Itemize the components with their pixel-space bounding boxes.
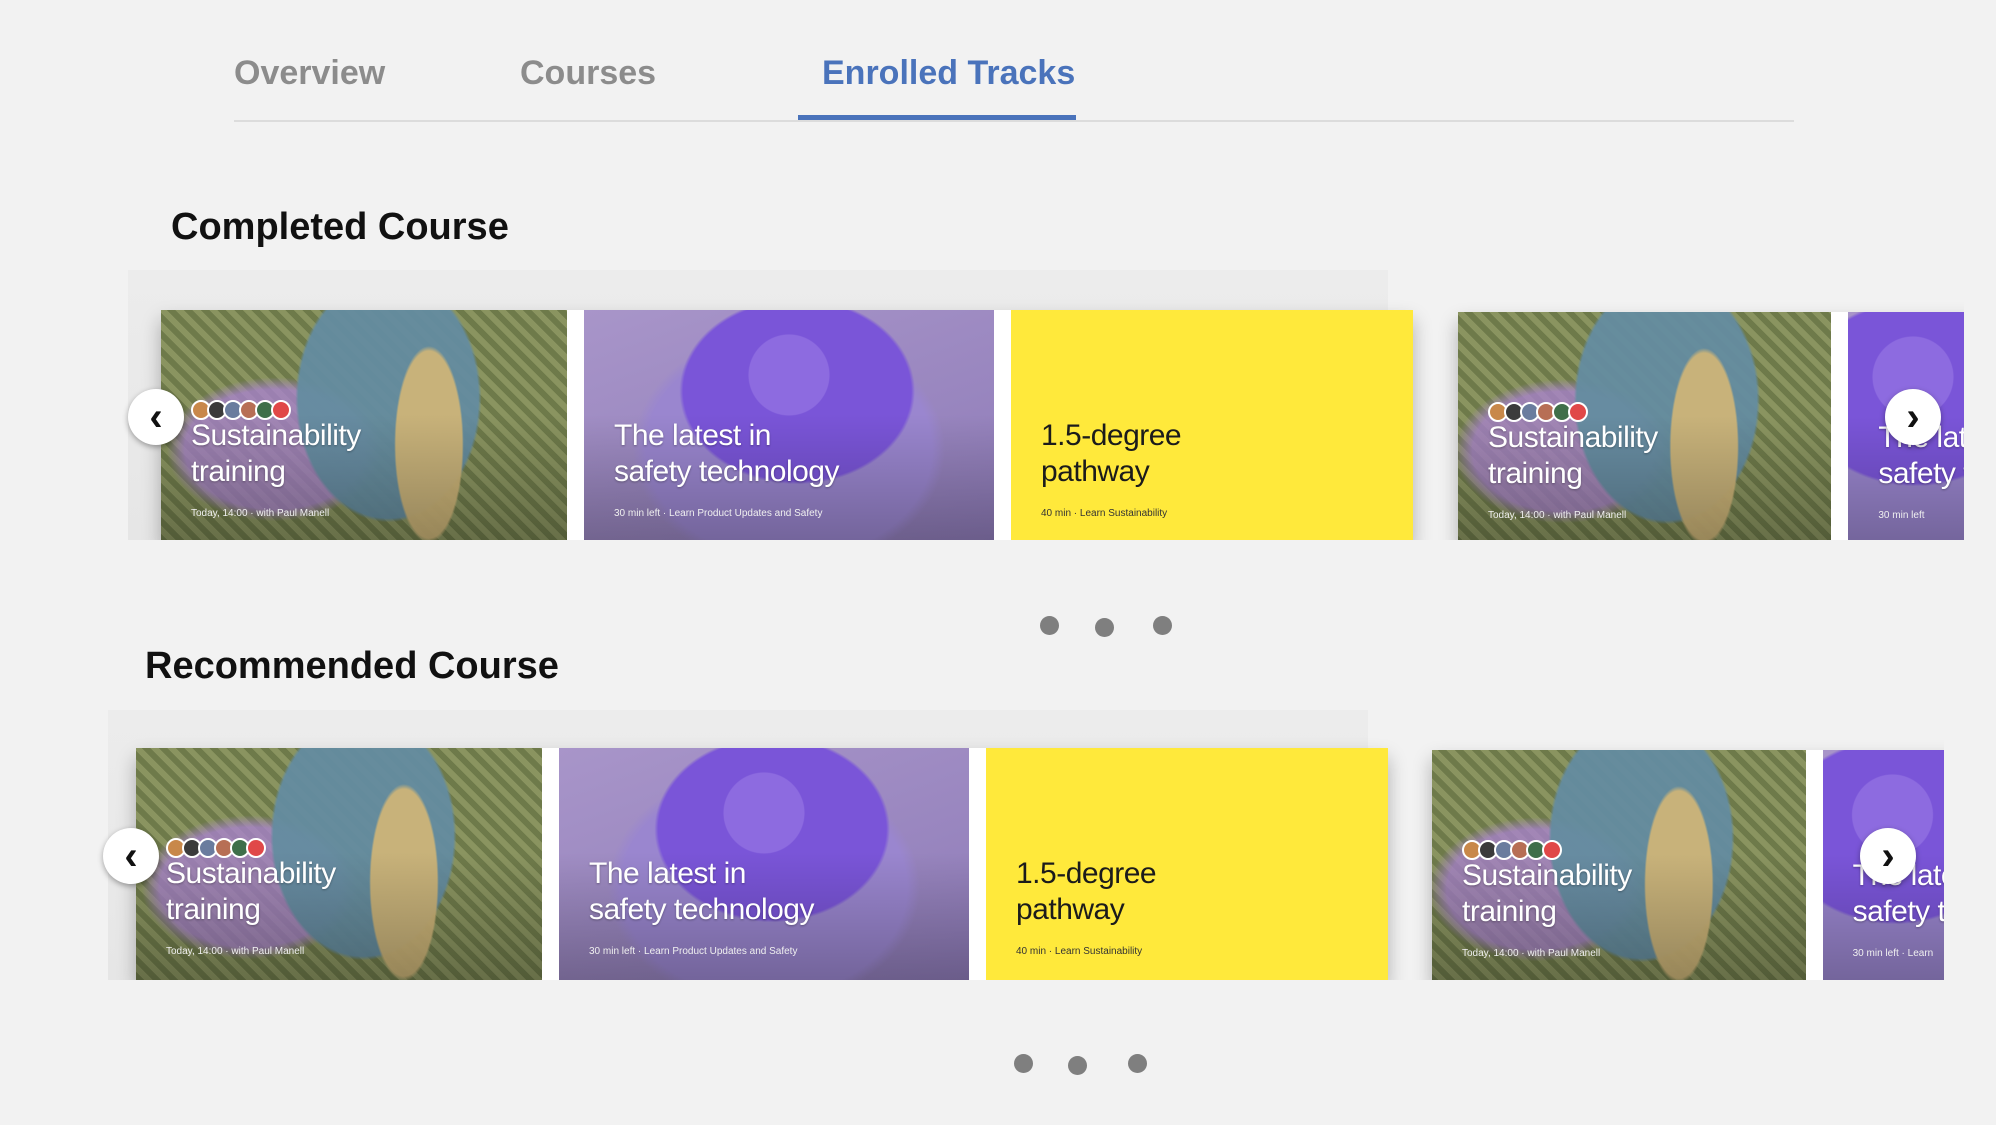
- tab-overview[interactable]: Overview: [234, 54, 385, 93]
- attendee-avatars: [1462, 840, 1562, 860]
- pagination-dot[interactable]: [1068, 1056, 1087, 1075]
- tab-enrolled-tracks[interactable]: Enrolled Tracks: [822, 54, 1075, 93]
- course-card-title: The latest insafety technology: [614, 419, 839, 488]
- course-card-title: The latest insafety technology: [589, 857, 814, 926]
- chevron-left-icon: ‹: [149, 395, 163, 439]
- attendee-avatars: [191, 400, 291, 420]
- attendee-avatars: [166, 838, 266, 858]
- course-card-sustainability[interactable]: Sustainability training Today, 14:00 · wi…: [1432, 750, 1806, 980]
- active-tab-indicator: [798, 115, 1076, 120]
- course-card-safety[interactable]: The latest insafety technology 30 min le…: [542, 748, 969, 980]
- course-card-meta: Today, 14:00 · with Paul Manell: [191, 508, 330, 519]
- course-card-title: Sustainability training: [166, 857, 336, 926]
- carousel-next-button[interactable]: ›: [1860, 828, 1916, 884]
- section-title-completed: Completed Course: [171, 206, 509, 248]
- carousel-pagination: [1014, 1054, 1154, 1075]
- chevron-right-icon: ›: [1881, 834, 1895, 878]
- carousel-prev-button[interactable]: ‹: [103, 828, 159, 884]
- tab-courses[interactable]: Courses: [520, 54, 656, 93]
- carousel-prev-button[interactable]: ‹: [128, 389, 184, 445]
- chevron-left-icon: ‹: [124, 834, 138, 878]
- pagination-dot[interactable]: [1153, 616, 1172, 635]
- course-card-meta: 40 min · Learn Sustainability: [1041, 508, 1168, 519]
- carousel-next-button[interactable]: ›: [1885, 389, 1941, 445]
- course-card-title: 1.5-degree pathway: [1016, 857, 1157, 926]
- course-card-title: Sustainability training: [1462, 859, 1632, 928]
- course-card-sustainability[interactable]: Sustainability training Today, 14:00 · wi…: [136, 748, 542, 980]
- pagination-dot[interactable]: [1040, 616, 1059, 635]
- attendee-avatars: [1488, 402, 1588, 422]
- course-card-pathway[interactable]: 1.5-degree pathway 40 min · Learn Sustain…: [994, 310, 1413, 540]
- course-card-pathway[interactable]: 1.5-degree pathway 40 min · Learn Sustain…: [969, 748, 1388, 980]
- course-card-meta: Today, 14:00 · with Paul Manell: [1488, 510, 1627, 521]
- carousel-slide: Sustainability training Today, 14:00 · wi…: [161, 310, 1413, 540]
- course-card-safety[interactable]: The latest insafety technology 30 min le…: [567, 310, 994, 540]
- pagination-dot[interactable]: [1095, 618, 1114, 637]
- course-card-title: Sustainability training: [191, 419, 361, 488]
- pagination-dot[interactable]: [1014, 1054, 1033, 1073]
- course-card-meta: 40 min · Learn Sustainability: [1016, 946, 1143, 957]
- recommended-course-carousel: Sustainability training Today, 14:00 · wi…: [108, 710, 1944, 980]
- course-card-meta: 30 min left · Learn: [1852, 948, 1934, 959]
- course-card-title: Sustainability training: [1488, 421, 1658, 490]
- course-card-sustainability[interactable]: Sustainability training Today, 14:00 · wi…: [161, 310, 567, 540]
- course-card-meta: 30 min left · Learn Product Updates and …: [614, 508, 823, 519]
- course-card-meta: 30 min left · Learn Product Updates and …: [589, 946, 798, 957]
- tab-bar: Overview Courses Enrolled Tracks: [234, 40, 1794, 122]
- course-card-meta: Today, 14:00 · with Paul Manell: [166, 946, 305, 957]
- pagination-dot[interactable]: [1128, 1054, 1147, 1073]
- carousel-pagination: [1040, 616, 1180, 637]
- course-card-meta: 30 min left: [1878, 510, 1925, 521]
- completed-course-carousel: Sustainability training Today, 14:00 · wi…: [128, 270, 1964, 540]
- carousel-slide: Sustainability training Today, 14:00 · wi…: [136, 748, 1388, 980]
- chevron-right-icon: ›: [1906, 395, 1920, 439]
- course-card-meta: Today, 14:00 · with Paul Manell: [1462, 948, 1601, 959]
- section-title-recommended: Recommended Course: [145, 645, 559, 687]
- course-card-title: 1.5-degree pathway: [1041, 419, 1182, 488]
- course-card-sustainability[interactable]: Sustainability training Today, 14:00 · wi…: [1458, 312, 1832, 540]
